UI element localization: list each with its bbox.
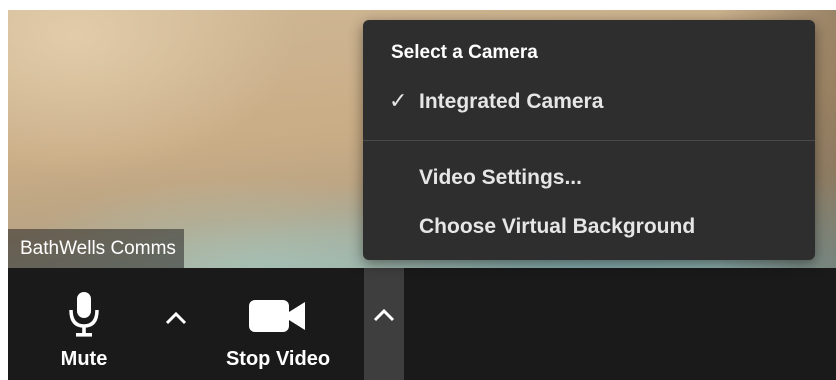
menu-item-label: Video Settings... xyxy=(419,166,582,189)
checkmark-icon: ✓ xyxy=(389,88,408,113)
video-options-chevron[interactable] xyxy=(364,268,404,380)
menu-item-label: Integrated Camera xyxy=(419,90,604,113)
mute-label: Mute xyxy=(60,348,108,370)
mute-options-chevron[interactable] xyxy=(156,294,196,346)
menu-header: Select a Camera xyxy=(391,42,538,63)
stop-video-label: Stop Video xyxy=(225,348,331,370)
camera-select-menu: Select a Camera ✓ Integrated Camera Vide… xyxy=(363,20,815,260)
microphone-icon xyxy=(67,290,101,340)
menu-item-label: Choose Virtual Background xyxy=(419,215,696,238)
video-camera-icon xyxy=(247,290,309,340)
stop-video-button[interactable]: Stop Video xyxy=(208,290,348,371)
meeting-toolbar: Mute Stop Video xyxy=(8,268,836,380)
chevron-up-icon xyxy=(373,308,395,327)
participant-name-label: BathWells Comms xyxy=(8,229,184,268)
chevron-up-icon xyxy=(165,311,187,330)
menu-item-video-settings[interactable]: Video Settings... xyxy=(363,156,815,200)
menu-divider xyxy=(363,140,815,141)
mute-button[interactable]: Mute xyxy=(44,290,124,371)
menu-item-integrated-camera[interactable]: ✓ Integrated Camera xyxy=(363,80,815,124)
menu-item-virtual-background[interactable]: Choose Virtual Background xyxy=(363,205,815,249)
